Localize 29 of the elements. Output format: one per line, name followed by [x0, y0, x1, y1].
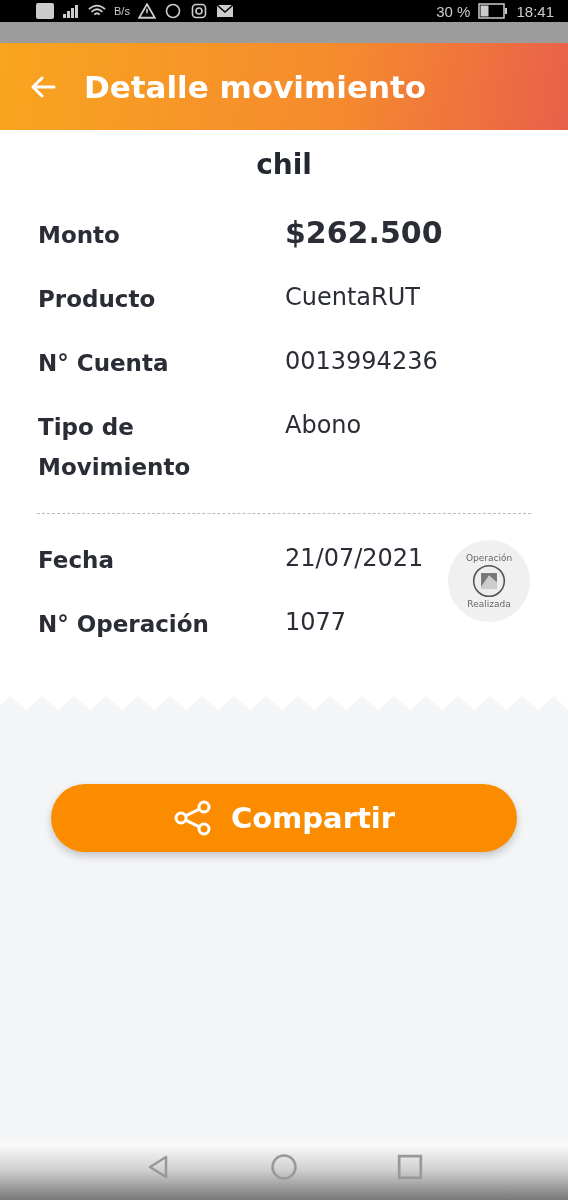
detail-label: Monto: [38, 221, 121, 250]
detail-value: CuentaRUT: [285, 282, 420, 313]
detail-value: 0013994236: [285, 346, 438, 377]
battery-percent: 30 %: [436, 2, 471, 20]
detail-label: N° Operación: [38, 610, 210, 639]
recents-nav-icon[interactable]: [397, 1154, 423, 1180]
warning-icon: [137, 3, 156, 19]
stamp-text: Realizada: [467, 599, 511, 609]
home-nav-icon[interactable]: [271, 1154, 297, 1180]
clock: 18:41: [516, 2, 554, 20]
share-icon: [172, 800, 213, 836]
share-button[interactable]: Compartir: [51, 784, 517, 852]
camera-icon: [189, 3, 208, 19]
screen-title: Detalle movimiento: [84, 68, 427, 105]
detail-value: Abono: [285, 410, 362, 441]
receipt-title: chil: [255, 148, 313, 181]
detail-label: Fecha: [38, 546, 115, 575]
stamp-text: Operación: [465, 553, 513, 563]
detail-label: Tipo de Movimiento: [38, 413, 192, 482]
battery-icon: [478, 3, 509, 19]
mail-icon: [215, 3, 234, 19]
detail-value: $262.500: [285, 215, 443, 251]
detail-value: 21/07/2021: [285, 543, 424, 574]
signal-icon: [62, 3, 80, 19]
detail-label: Producto: [38, 285, 157, 314]
building-icon: [472, 564, 506, 598]
detail-value: 1077: [285, 607, 347, 638]
detail-label: N° Cuenta: [38, 349, 170, 378]
speed-unit: B/s: [114, 5, 130, 17]
